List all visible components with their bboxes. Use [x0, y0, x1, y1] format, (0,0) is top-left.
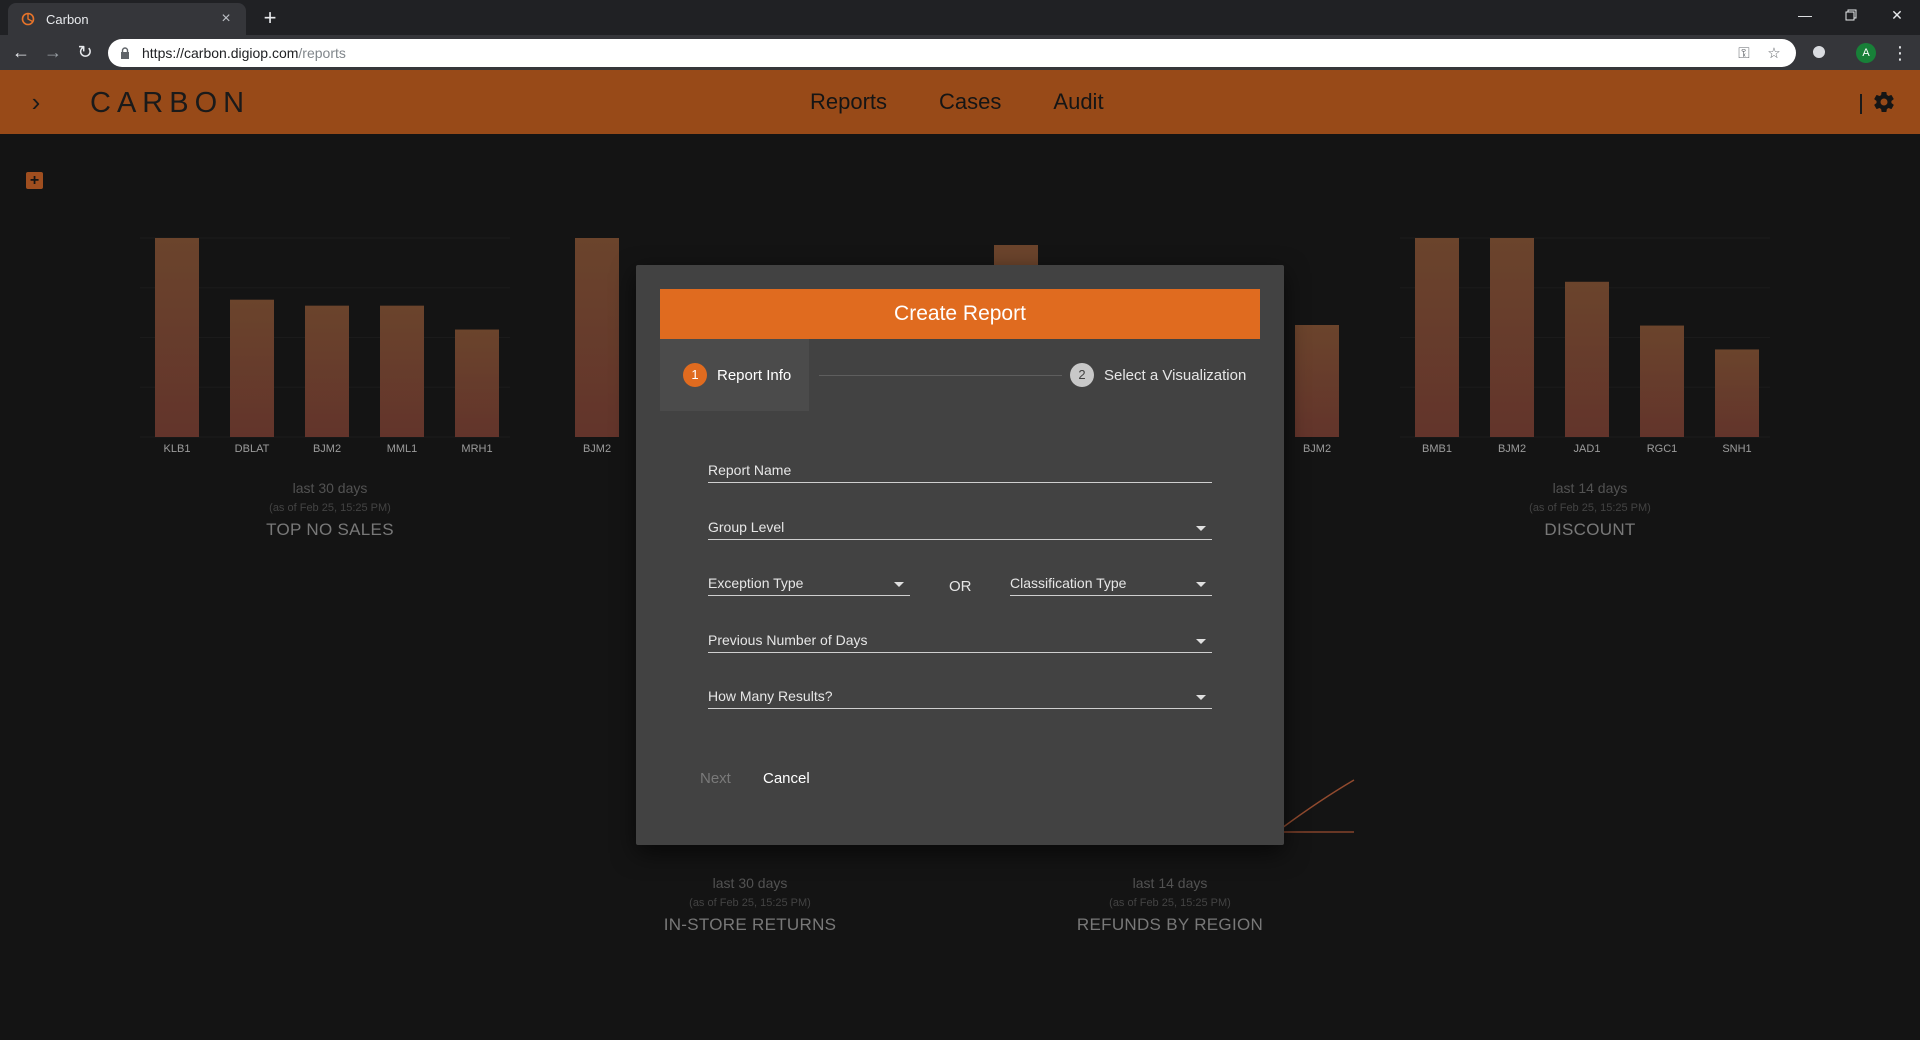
field-label: Group Level: [708, 519, 785, 535]
dropdown-caret-icon: [1196, 526, 1206, 531]
step-label: Report Info: [717, 366, 792, 384]
browser-tab[interactable]: Carbon ×: [8, 3, 246, 35]
settings-gear-icon[interactable]: [1872, 90, 1896, 114]
url-path: /reports: [298, 45, 346, 61]
report-name-input[interactable]: Report Name: [708, 443, 1212, 483]
field-label: Report Name: [708, 462, 792, 478]
nav-audit[interactable]: Audit: [1053, 89, 1103, 115]
previous-days-select[interactable]: Previous Number of Days: [708, 613, 1212, 653]
profile-avatar[interactable]: A: [1856, 43, 1876, 63]
url-host: https://carbon.digiop.com: [142, 45, 299, 61]
forward-arrow-icon[interactable]: →: [40, 39, 66, 65]
step-select-visualization[interactable]: 2 Select a Visualization: [1070, 339, 1246, 411]
bookmark-star-icon[interactable]: ☆: [1760, 39, 1788, 67]
exception-type-select[interactable]: Exception Type: [708, 556, 910, 596]
key-icon[interactable]: ⚿: [1730, 39, 1758, 67]
step-number: 2: [1070, 363, 1094, 387]
field-label: Classification Type: [1010, 575, 1127, 591]
dropdown-caret-icon: [1196, 639, 1206, 644]
dropdown-caret-icon: [1196, 582, 1206, 587]
reload-icon[interactable]: ↻: [72, 39, 98, 65]
browser-toolbar: ← → ↻ https://carbon.digiop.com/reports …: [0, 35, 1920, 70]
step-number: 1: [683, 363, 707, 387]
header-divider: [1860, 94, 1862, 114]
step-report-info[interactable]: 1 Report Info: [660, 339, 809, 411]
carbon-favicon-icon: [20, 11, 36, 27]
lock-icon: [120, 46, 134, 60]
browser-menu-icon[interactable]: ⋮: [1890, 41, 1910, 65]
field-label: Previous Number of Days: [708, 632, 868, 648]
field-label: Exception Type: [708, 575, 804, 591]
minimize-window-icon[interactable]: —: [1782, 0, 1828, 30]
next-button[interactable]: Next: [700, 770, 731, 787]
stepper-connector: [819, 375, 1062, 376]
group-level-select[interactable]: Group Level: [708, 500, 1212, 540]
restore-window-icon[interactable]: [1828, 0, 1874, 30]
new-tab-button[interactable]: +: [256, 4, 284, 32]
or-label: OR: [949, 578, 972, 595]
tab-title: Carbon: [46, 11, 89, 27]
browser-tab-strip: Carbon × + — ✕: [0, 0, 1920, 35]
extension-icon[interactable]: [1810, 43, 1828, 61]
nav-cases[interactable]: Cases: [939, 89, 1001, 115]
close-window-icon[interactable]: ✕: [1874, 0, 1920, 30]
address-bar[interactable]: https://carbon.digiop.com/reports ⚿ ☆: [108, 39, 1796, 67]
step-label: Select a Visualization: [1104, 366, 1247, 384]
close-tab-icon[interactable]: ×: [218, 11, 234, 27]
classification-type-select[interactable]: Classification Type: [1010, 556, 1212, 596]
brand-logo[interactable]: CARBON: [90, 87, 250, 120]
stepper: 1 Report Info 2 Select a Visualization: [660, 339, 1260, 411]
dropdown-caret-icon: [894, 582, 904, 587]
dialog-title: Create Report: [660, 289, 1260, 339]
sidebar-toggle-chevron-icon[interactable]: ›: [22, 88, 50, 116]
nav-reports[interactable]: Reports: [810, 89, 887, 115]
create-report-dialog: Create Report 1 Report Info 2 Select a V…: [636, 265, 1284, 845]
field-label: How Many Results?: [708, 688, 833, 704]
app-header: › CARBON Reports Cases Audit: [0, 70, 1920, 134]
cancel-button[interactable]: Cancel: [763, 770, 810, 787]
back-arrow-icon[interactable]: ←: [8, 39, 34, 65]
how-many-results-select[interactable]: How Many Results?: [708, 669, 1212, 709]
main-nav: Reports Cases Audit: [810, 70, 1156, 134]
dropdown-caret-icon: [1196, 695, 1206, 700]
